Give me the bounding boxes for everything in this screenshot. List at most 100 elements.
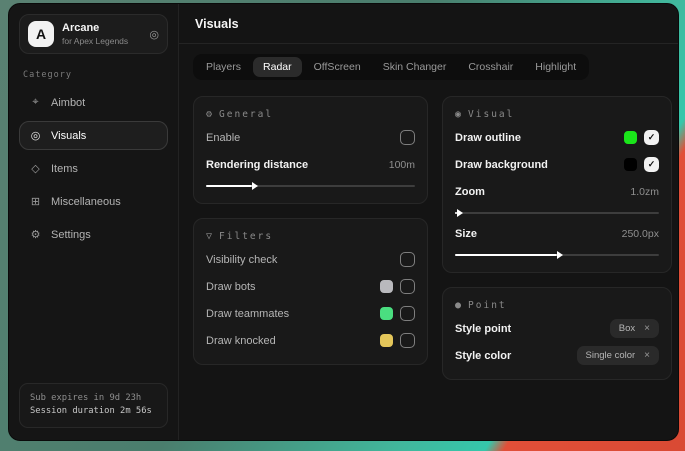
style-point-label: Style point — [455, 323, 511, 335]
sidebar: A Arcane for Apex Legends ◎ Category ⌖ A… — [9, 4, 179, 440]
general-section-header: ⚙ General — [206, 109, 415, 120]
dot-icon: ● — [455, 300, 461, 311]
page-title: Visuals — [195, 17, 662, 31]
main-header: Visuals — [179, 4, 678, 44]
app-meta: Arcane for Apex Legends — [62, 22, 141, 46]
general-card: ⚙ General Enable Rendering distance 100m — [193, 96, 428, 204]
eye-icon: ◉ — [455, 109, 461, 120]
visibility-check-row: Visibility check — [206, 248, 415, 271]
crosshair-icon: ⌖ — [29, 96, 42, 109]
draw-teammates-color-swatch[interactable] — [380, 307, 393, 320]
session-info-card: Sub expires in 9d 23h Session duration 2… — [19, 383, 168, 428]
tab-skin-changer[interactable]: Skin Changer — [373, 57, 457, 77]
content: ⚙ General Enable Rendering distance 100m — [179, 84, 678, 406]
style-color-label: Style color — [455, 350, 511, 362]
section-title: Visual — [468, 109, 514, 120]
eye-icon: ◎ — [29, 129, 42, 142]
rendering-distance-slider[interactable] — [206, 181, 415, 191]
slider-thumb[interactable] — [557, 251, 563, 259]
draw-teammates-row: Draw teammates — [206, 302, 415, 325]
size-value: 250.0px — [622, 228, 659, 240]
draw-bots-color-swatch[interactable] — [380, 280, 393, 293]
visibility-check-checkbox[interactable] — [400, 252, 415, 267]
tab-crosshair[interactable]: Crosshair — [458, 57, 523, 77]
visual-section-header: ◉ Visual — [455, 109, 659, 120]
draw-background-row: Draw background ✓ — [455, 153, 659, 176]
draw-outline-checkbox[interactable]: ✓ — [644, 130, 659, 145]
draw-background-checkbox[interactable]: ✓ — [644, 157, 659, 172]
draw-teammates-checkbox[interactable] — [400, 306, 415, 321]
gear-icon: ⚙ — [206, 109, 212, 120]
sidebar-item-label: Aimbot — [51, 97, 85, 109]
zoom-slider[interactable] — [455, 208, 659, 218]
filters-section-header: ▽ Filters — [206, 231, 415, 242]
tab-offscreen[interactable]: OffScreen — [304, 57, 371, 77]
funnel-icon: ▽ — [206, 231, 212, 242]
tab-radar[interactable]: Radar — [253, 57, 302, 77]
sidebar-item-items[interactable]: ◇ Items — [19, 154, 168, 183]
tab-players[interactable]: Players — [196, 57, 251, 77]
cube-icon: ◇ — [29, 162, 42, 175]
enable-checkbox[interactable] — [400, 130, 415, 145]
sidebar-item-settings[interactable]: ⚙ Settings — [19, 220, 168, 249]
size-label: Size — [455, 228, 477, 240]
rendering-distance-value: 100m — [389, 159, 415, 171]
enable-row: Enable — [206, 126, 415, 149]
draw-knocked-checkbox[interactable] — [400, 333, 415, 348]
sidebar-item-label: Settings — [51, 229, 91, 241]
tab-bar: Players Radar OffScreen Skin Changer Cro… — [193, 54, 589, 80]
visual-card: ◉ Visual Draw outline ✓ Draw background — [442, 96, 672, 273]
app-logo: A — [28, 21, 54, 47]
zoom-row: Zoom 1.0zm — [455, 180, 659, 203]
slider-thumb[interactable] — [457, 209, 463, 217]
left-column: ⚙ General Enable Rendering distance 100m — [193, 96, 428, 379]
point-card: ● Point Style point Box × Style color S — [442, 287, 672, 380]
slider-fill — [455, 254, 557, 256]
rendering-distance-label: Rendering distance — [206, 159, 308, 171]
app-header-card: A Arcane for Apex Legends ◎ — [19, 14, 168, 54]
sidebar-item-label: Items — [51, 163, 78, 175]
app-subtitle: for Apex Legends — [62, 36, 141, 46]
filters-card: ▽ Filters Visibility check Draw bots — [193, 218, 428, 365]
draw-background-label: Draw background — [455, 159, 548, 171]
tabs-row: Players Radar OffScreen Skin Changer Cro… — [179, 44, 678, 84]
style-color-row: Style color Single color × — [455, 344, 659, 367]
grid-icon: ⊞ — [29, 195, 42, 208]
point-section-header: ● Point — [455, 300, 659, 311]
draw-teammates-label: Draw teammates — [206, 308, 289, 320]
size-row: Size 250.0px — [455, 222, 659, 245]
draw-bots-checkbox[interactable] — [400, 279, 415, 294]
zoom-label: Zoom — [455, 186, 485, 198]
support-icon[interactable]: ◎ — [149, 28, 159, 41]
tab-highlight[interactable]: Highlight — [525, 57, 586, 77]
sidebar-item-visuals[interactable]: ◎ Visuals — [19, 121, 168, 150]
style-point-select[interactable]: Box × — [610, 319, 659, 338]
slider-thumb[interactable] — [252, 182, 258, 190]
gear-icon: ⚙ — [29, 228, 42, 241]
sidebar-item-miscellaneous[interactable]: ⊞ Miscellaneous — [19, 187, 168, 216]
session-duration-text: Session duration 2m 56s — [30, 405, 157, 419]
app-name: Arcane — [62, 22, 141, 34]
close-icon[interactable]: × — [644, 324, 650, 334]
rendering-distance-row: Rendering distance 100m — [206, 153, 415, 176]
style-point-value: Box — [619, 323, 635, 334]
visibility-check-label: Visibility check — [206, 254, 277, 266]
draw-background-color-swatch[interactable] — [624, 158, 637, 171]
section-title: Filters — [219, 231, 273, 242]
category-label: Category — [23, 70, 164, 80]
zoom-value: 1.0zm — [630, 186, 659, 198]
draw-bots-label: Draw bots — [206, 281, 256, 293]
size-slider[interactable] — [455, 250, 659, 260]
slider-fill — [206, 185, 252, 187]
slider-track — [455, 212, 659, 214]
style-point-row: Style point Box × — [455, 317, 659, 340]
draw-outline-row: Draw outline ✓ — [455, 126, 659, 149]
draw-outline-label: Draw outline — [455, 132, 521, 144]
draw-outline-color-swatch[interactable] — [624, 131, 637, 144]
close-icon[interactable]: × — [644, 351, 650, 361]
app-window: A Arcane for Apex Legends ◎ Category ⌖ A… — [8, 3, 679, 441]
draw-knocked-color-swatch[interactable] — [380, 334, 393, 347]
sidebar-item-aimbot[interactable]: ⌖ Aimbot — [19, 88, 168, 117]
draw-knocked-label: Draw knocked — [206, 335, 276, 347]
style-color-select[interactable]: Single color × — [577, 346, 659, 365]
